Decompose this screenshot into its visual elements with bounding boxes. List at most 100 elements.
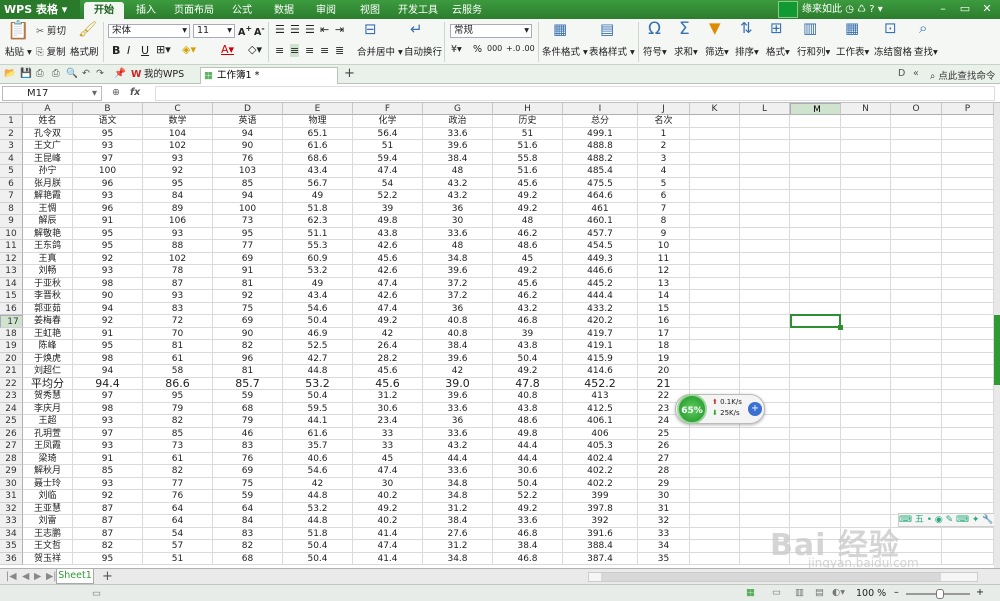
cell-i36[interactable]: 387.4 [563,552,638,565]
cell-n19[interactable] [841,340,891,353]
cell-g14[interactable]: 37.2 [423,277,493,290]
cell-a4[interactable]: 王昆峰 [23,152,73,165]
cell-p15[interactable] [942,290,994,303]
cell-c20[interactable]: 61 [143,352,213,365]
cell-h4[interactable]: 55.8 [493,152,563,165]
cell-o8[interactable] [891,202,942,215]
cell-k9[interactable] [690,215,740,228]
cell-g29[interactable]: 33.6 [423,465,493,478]
cell-e16[interactable]: 54.6 [283,302,353,315]
cell-c34[interactable]: 54 [143,527,213,540]
cell-k12[interactable] [690,252,740,265]
cell-f9[interactable]: 49.8 [353,215,423,228]
cell-h32[interactable]: 49.2 [493,502,563,515]
cell-f20[interactable]: 28.2 [353,352,423,365]
cell-d7[interactable]: 94 [213,190,283,203]
cell-c8[interactable]: 89 [143,202,213,215]
cell-f12[interactable]: 45.6 [353,252,423,265]
cell-e14[interactable]: 49 [283,277,353,290]
cell-c30[interactable]: 77 [143,477,213,490]
cell-o9[interactable] [891,215,942,228]
cell-b16[interactable]: 94 [73,302,143,315]
row-header[interactable]: 18 [0,327,23,340]
cell-l6[interactable] [740,177,790,190]
cell-e24[interactable]: 59.5 [283,402,353,415]
cell-f7[interactable]: 52.2 [353,190,423,203]
cell-l27[interactable] [740,440,790,453]
cell-a26[interactable]: 孔玥萱 [23,427,73,440]
cell-p34[interactable] [942,527,994,540]
cell-k34[interactable] [690,527,740,540]
cell-d8[interactable]: 100 [213,202,283,215]
cell-o12[interactable] [891,252,942,265]
cell-a7[interactable]: 解艳霞 [23,190,73,203]
menu-dropdown-icon[interactable]: ▾ [878,4,883,15]
cell-k15[interactable] [690,290,740,303]
cell-m9[interactable] [790,215,841,228]
cell-b14[interactable]: 98 [73,277,143,290]
cell-a8[interactable]: 王惆 [23,202,73,215]
cell-p25[interactable] [942,415,994,428]
cell-n15[interactable] [841,290,891,303]
cell-j21[interactable]: 20 [638,365,690,378]
increase-decimal-button[interactable]: +.0 [506,44,520,53]
cell-p18[interactable] [942,327,994,340]
cell-e11[interactable]: 55.3 [283,240,353,253]
format-button[interactable]: 格式▾ [766,44,790,58]
cell-d11[interactable]: 77 [213,240,283,253]
thousands-button[interactable]: 000 [487,44,502,53]
cut-button[interactable]: ✂ 剪切 [36,23,66,37]
macro-icon[interactable]: ▭ [92,588,101,599]
reading-view-icon[interactable]: ▤ [815,587,824,598]
cell-j14[interactable]: 13 [638,277,690,290]
cell-o15[interactable] [891,290,942,303]
page-layout-view-icon[interactable]: ▭ [772,587,781,598]
row-header[interactable]: 12 [0,252,23,265]
column-header-d[interactable]: D [213,103,283,115]
cell-g15[interactable]: 37.2 [423,290,493,303]
cell-a2[interactable]: 孔令双 [23,127,73,140]
cell-f3[interactable]: 51 [353,140,423,153]
cell-m15[interactable] [790,290,841,303]
chevron-icon[interactable]: « [913,68,919,79]
cell-b3[interactable]: 93 [73,140,143,153]
row-header[interactable]: 15 [0,290,23,303]
cell-c11[interactable]: 88 [143,240,213,253]
cell-f15[interactable]: 42.6 [353,290,423,303]
row-header[interactable]: 34 [0,527,23,540]
cell-o26[interactable] [891,427,942,440]
cell-d23[interactable]: 59 [213,390,283,403]
number-format-select[interactable]: 常规 ▾ [450,24,532,38]
copy-button[interactable]: ⎘ 复制 [36,44,66,58]
cell-f22[interactable]: 45.6 [353,377,423,390]
row-header[interactable]: 5 [0,165,23,178]
cell-c21[interactable]: 58 [143,365,213,378]
cell-p2[interactable] [942,127,994,140]
cell-p21[interactable] [942,365,994,378]
cell-n20[interactable] [841,352,891,365]
plus-icon[interactable]: + [748,402,762,416]
cell-a35[interactable]: 王文哲 [23,540,73,553]
cell-g34[interactable]: 27.6 [423,527,493,540]
cell-b18[interactable]: 91 [73,327,143,340]
cell-e30[interactable]: 42 [283,477,353,490]
first-sheet-icon[interactable]: |◀ [6,571,17,582]
column-header-g[interactable]: G [423,103,493,115]
new-tab-button[interactable]: + [344,66,355,81]
cell-n29[interactable] [841,465,891,478]
align-left-icon[interactable]: ≡ [275,44,284,57]
cell-f2[interactable]: 56.4 [353,127,423,140]
next-sheet-icon[interactable]: ▶ [34,571,41,582]
column-header-h[interactable]: H [493,103,563,115]
cell-a27[interactable]: 王凤霞 [23,440,73,453]
cell-f30[interactable]: 30 [353,477,423,490]
cell-e3[interactable]: 61.6 [283,140,353,153]
cell-m13[interactable] [790,265,841,278]
cell-o11[interactable] [891,240,942,253]
cell-h3[interactable]: 51.6 [493,140,563,153]
cell-b35[interactable]: 82 [73,540,143,553]
cell-m31[interactable] [790,490,841,503]
cell-d22[interactable]: 85.7 [213,377,283,390]
cell-e23[interactable]: 50.4 [283,390,353,403]
cell-p12[interactable] [942,252,994,265]
